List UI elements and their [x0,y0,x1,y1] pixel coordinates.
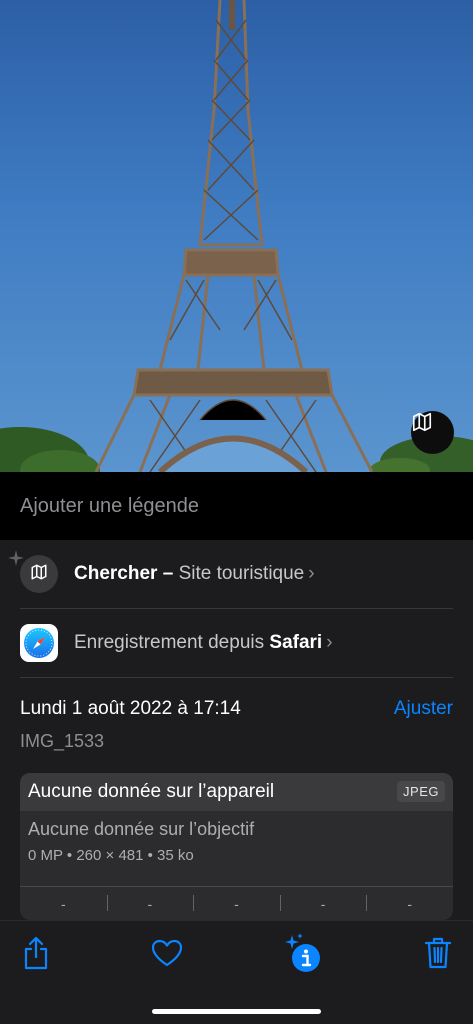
eiffel-tower-photo [0,0,473,472]
exif-focal-length: - [106,894,194,912]
lookup-map-icon-container [20,555,58,593]
device-title: Aucune donnée sur l’appareil [28,781,275,802]
map-icon [30,563,48,586]
photo-viewer[interactable] [0,0,473,472]
lens-info: Aucune donnée sur l’objectif [28,819,255,839]
lookup-landmark-row[interactable]: Chercher – Site touristique › [0,540,473,608]
lookup-label-category: Site touristique [178,563,305,584]
exif-iso: - [60,895,66,912]
device-info-header: Aucune donnée sur l’appareil JPEG [20,773,453,811]
bottom-toolbar [0,920,473,1024]
delete-button[interactable] [420,937,456,973]
safari-icon [20,624,58,662]
map-button[interactable] [411,411,454,454]
chevron-right-icon: › [326,632,333,653]
divider [20,677,453,678]
info-sparkle-icon [282,932,324,980]
device-info-card: Aucune donnée sur l’appareil JPEG Aucune… [20,773,453,920]
caption-field[interactable]: Ajouter une légende [0,472,473,540]
share-icon [21,936,51,975]
info-button[interactable] [282,932,324,980]
caption-placeholder: Ajouter une légende [20,494,200,517]
device-info-body: Aucune donnée sur l’objectif 0 MP • 260 … [20,811,453,886]
format-badge: JPEG [397,781,445,802]
exif-aperture: - [279,894,367,912]
source-app-name: Safari [269,632,323,653]
lookup-label-bold: Chercher – [74,563,174,584]
source-app-row[interactable]: Enregistrement depuis Safari › [0,609,473,677]
home-indicator[interactable] [152,1009,321,1014]
capture-date: Lundi 1 août 2022 à 17:14 [20,698,241,719]
lookup-label: Chercher – Site touristique › [74,563,315,585]
exif-exposure: - [193,894,280,912]
exif-shutter: - [366,894,453,912]
adjust-date-button[interactable]: Ajuster [394,698,453,720]
source-label: Enregistrement depuis Safari › [74,632,333,654]
source-label-prefix: Enregistrement depuis [74,632,270,653]
file-name: IMG_1533 [20,731,105,751]
heart-icon [151,939,183,972]
image-specs: 0 MP • 260 × 481 • 35 ko [28,847,194,864]
favorite-button[interactable] [149,937,185,973]
trash-icon [424,937,452,974]
share-button[interactable] [18,936,54,975]
exif-row: - - - - - [20,887,453,920]
info-panel: Chercher – Site touristique › Enregistrem… [0,540,473,920]
chevron-right-icon: › [308,563,315,584]
